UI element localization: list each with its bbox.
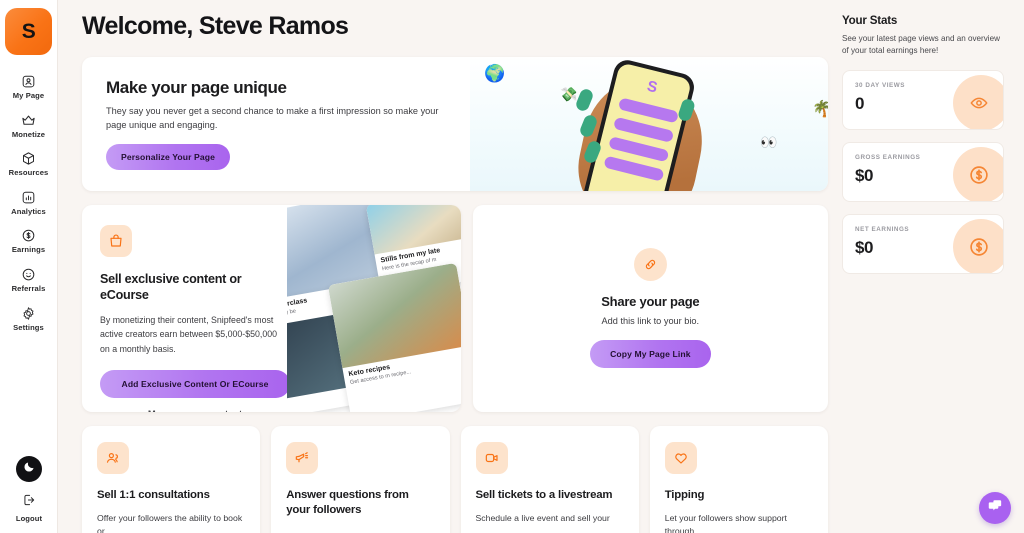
main-area: Welcome, Steve Ramos Make your page uniq… [58, 0, 1024, 533]
sidebar-item-label: My Page [12, 91, 45, 100]
add-exclusive-content-button[interactable]: Add Exclusive Content Or ECourse [100, 369, 290, 398]
content-thumbnails-collage: w you how to take care of skin 2h Master… [286, 204, 461, 412]
sell-content-card: Sell exclusive content or eCourse By mon… [82, 204, 461, 412]
sidebar-item-label: Monetize [11, 129, 46, 139]
logout-button[interactable]: Logout [16, 493, 42, 523]
gear-icon [21, 306, 36, 321]
chart-bars-icon [21, 190, 36, 205]
app-root: S My Page Monetize Resources Analytics E… [0, 0, 1024, 533]
stat-card-30-day-views: 30 DAY VIEWS 0 [842, 69, 1004, 130]
money-emoji-icon: 💸 [560, 85, 578, 102]
sidebar-item-resources[interactable]: Resources [0, 144, 58, 183]
globe-emoji-icon: 🌍 [484, 63, 506, 83]
moon-icon [23, 460, 36, 478]
dollar-coin-icon [953, 218, 1003, 273]
megaphone-icon [286, 441, 319, 474]
stats-panel: Your Stats See your latest page views an… [838, 0, 1016, 533]
dollar-circle-icon [21, 228, 36, 243]
dollar-coin-icon [953, 146, 1003, 201]
sidebar-item-settings[interactable]: Settings [0, 299, 58, 338]
sidebar-item-label: Earnings [11, 245, 46, 255]
dark-mode-toggle[interactable] [16, 456, 42, 483]
brand-logo[interactable]: S [5, 8, 52, 55]
smiley-icon [21, 267, 36, 282]
copy-my-page-link-button[interactable]: Copy My Page Link [590, 340, 711, 368]
user-card-icon [21, 74, 36, 89]
hero-text-block: Make your page unique They say you never… [82, 57, 482, 191]
logout-arrow-icon [22, 493, 36, 512]
sidebar-item-label: Analytics [11, 206, 46, 216]
feature-heading: Sell 1:1 consultations [97, 488, 210, 501]
users-icon [97, 441, 129, 474]
middle-row: Sell exclusive content or eCourse By mon… [82, 204, 828, 412]
sidebar-item-label: Referrals [11, 283, 46, 293]
sidebar: S My Page Monetize Resources Analytics E… [0, 0, 58, 533]
center-column: Welcome, Steve Ramos Make your page uniq… [70, 0, 838, 533]
sidebar-item-analytics[interactable]: Analytics [0, 183, 58, 222]
share-body: Add this link to your bio. [601, 316, 700, 326]
link-icon [633, 248, 667, 281]
box-icon [21, 151, 36, 166]
logout-label: Logout [15, 514, 43, 524]
sidebar-item-my-page[interactable]: My Page [0, 67, 58, 106]
hero-body: They say you never get a second chance t… [106, 105, 439, 130]
features-row: Sell 1:1 consultations Offer your follow… [82, 425, 828, 533]
share-page-card: Share your page Add this link to your bi… [472, 204, 828, 412]
feature-heading: Answer questions from your followers [286, 488, 409, 516]
stats-description: See your latest page views and an overvi… [842, 34, 1000, 56]
heart-icon [664, 441, 697, 474]
shopping-bag-icon [100, 224, 132, 257]
feature-heading: Tipping [664, 488, 705, 501]
feature-card-questions[interactable]: Answer questions from your followers [271, 425, 450, 533]
eyes-emoji-icon: 👀 [760, 133, 778, 150]
feature-card-consultations[interactable]: Sell 1:1 consultations Offer your follow… [82, 425, 261, 533]
feature-card-tipping[interactable]: Tipping Let your followers show support … [649, 425, 828, 533]
hero-card: Make your page unique They say you never… [82, 56, 828, 191]
thumbnail-card: Keto recipes Get access to m recipe... [327, 262, 461, 412]
sell-content-text-block: Sell exclusive content or eCourse By mon… [82, 205, 290, 412]
video-camera-icon [475, 441, 508, 474]
hero-illustration: 🌍 💸 👀 🌴 S [470, 56, 828, 191]
sell-content-body: By monetizing their content, Snipfeed's … [100, 315, 278, 354]
feature-heading: Sell tickets to a livestream [475, 488, 613, 501]
sidebar-item-earnings[interactable]: Earnings [0, 221, 58, 260]
sidebar-footer: Logout [0, 456, 58, 523]
sidebar-item-label: Resources [8, 168, 49, 178]
chat-widget-button[interactable] [979, 492, 1011, 524]
stat-card-net-earnings: NET EARNINGS $0 [842, 213, 1004, 274]
sidebar-item-monetize[interactable]: Monetize [0, 106, 58, 145]
crown-icon [21, 113, 36, 128]
manage-your-content-link[interactable]: Manage your content [100, 408, 290, 412]
feature-body: Schedule a live event and sell your [475, 512, 610, 523]
brand-logo-letter: S [21, 19, 36, 43]
hero-heading: Make your page unique [106, 77, 287, 97]
share-heading: Share your page [601, 294, 700, 309]
sidebar-item-referrals[interactable]: Referrals [0, 260, 58, 299]
stats-heading: Your Stats [842, 14, 898, 27]
eye-icon [953, 74, 1003, 129]
stat-card-gross-earnings: GROSS EARNINGS $0 [842, 141, 1004, 202]
sell-content-heading: Sell exclusive content or eCourse [100, 271, 242, 302]
feature-body: Let your followers show support through [664, 512, 787, 533]
feature-body: Offer your followers the ability to book… [97, 512, 243, 533]
sidebar-item-label: Settings [13, 322, 44, 332]
chat-bubbles-icon [987, 497, 1004, 519]
page-title: Welcome, Steve Ramos [82, 12, 349, 40]
palm-tree-emoji-icon: 🌴 [812, 100, 828, 118]
personalize-your-page-button[interactable]: Personalize Your Page [106, 144, 230, 170]
feature-card-livestream[interactable]: Sell tickets to a livestream Schedule a … [460, 425, 639, 533]
